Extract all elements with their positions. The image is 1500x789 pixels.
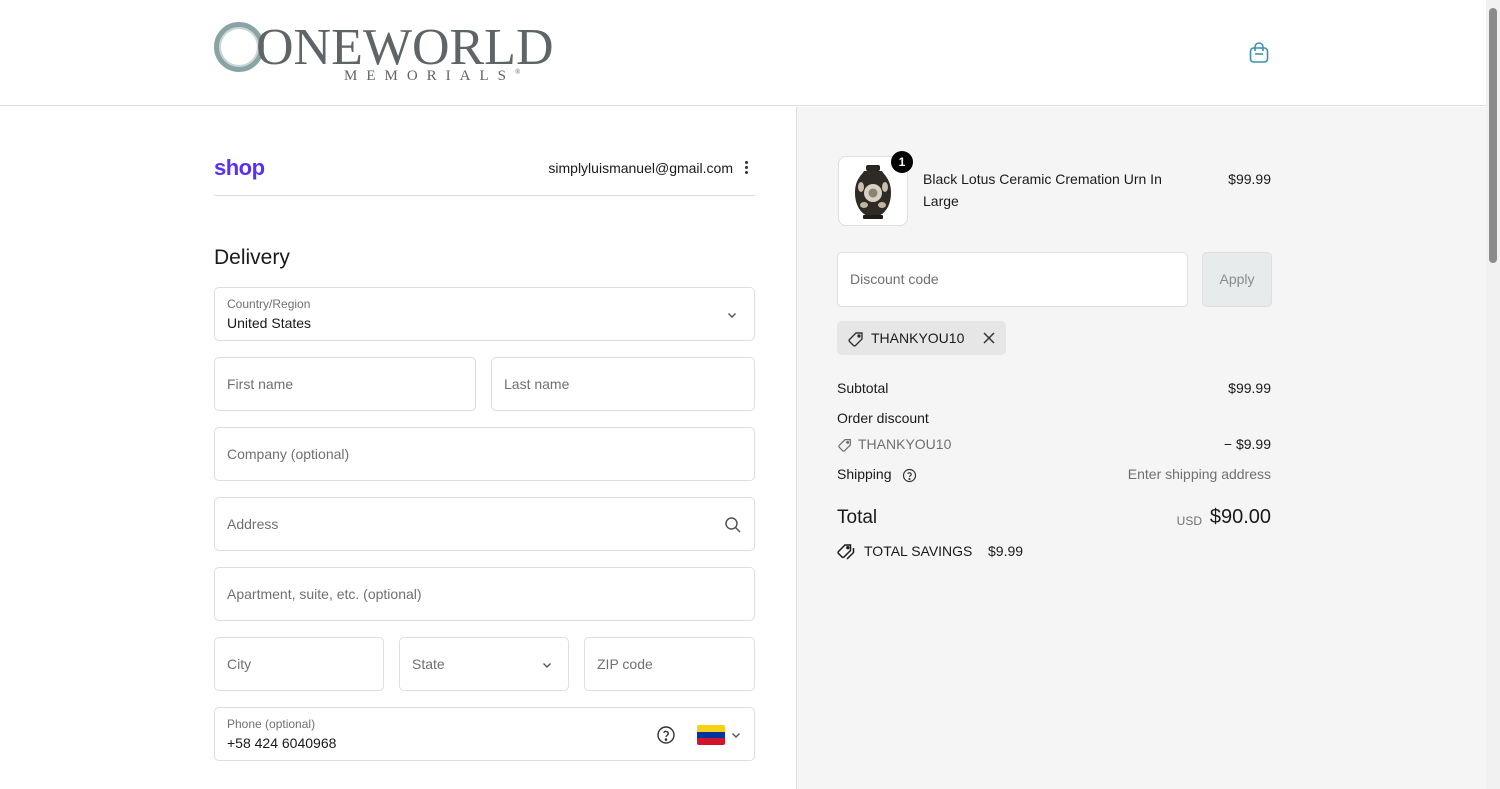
urn-image xyxy=(855,165,891,219)
zip-code-field[interactable]: ZIP code xyxy=(584,637,755,691)
logo-wordmark: ONEWORLD xyxy=(256,19,554,76)
shipping-label: Shipping xyxy=(837,466,892,482)
country-region-select[interactable]: Country/Region United States xyxy=(214,287,755,341)
logo-subtitle-text: MEMORIALS xyxy=(344,68,516,84)
help-circle-icon[interactable] xyxy=(902,468,917,483)
account-email: simplyluismanuel@gmail.com xyxy=(548,160,733,176)
site-header: ONEWORLD MEMORIALS® xyxy=(0,0,1486,106)
shipping-value: Enter shipping address xyxy=(1127,466,1271,482)
chevron-down-icon xyxy=(543,663,551,668)
chevron-down-icon xyxy=(728,313,736,318)
tags-icon xyxy=(837,544,855,560)
remove-discount-close-icon[interactable] xyxy=(981,330,997,346)
order-discount-value: − $9.99 xyxy=(1223,436,1271,452)
subtotal-label: Subtotal xyxy=(837,380,889,396)
phone-value: +58 424 6040968 xyxy=(227,735,337,751)
total-savings-label: TOTAL SAVINGS xyxy=(864,543,973,559)
shopping-bag-icon[interactable] xyxy=(1247,41,1271,65)
quantity-badge: 1 xyxy=(891,151,913,173)
tag-icon xyxy=(848,332,863,347)
phone-label: Phone (optional) xyxy=(227,717,316,731)
shop-pay-logo[interactable]: shop xyxy=(214,155,265,181)
subtotal-value: $99.99 xyxy=(1228,380,1271,396)
applied-discount-code: THANKYOU10 xyxy=(871,330,965,346)
order-discount-label: Order discount xyxy=(837,410,929,426)
registered-mark: ® xyxy=(515,68,521,76)
city-field[interactable]: City xyxy=(214,637,384,691)
shop-pay-account-row: shop simplyluismanuel@gmail.com xyxy=(214,150,755,196)
discount-code-placeholder: Discount code xyxy=(850,271,939,287)
chevron-down-icon[interactable] xyxy=(730,729,742,741)
first-name-field[interactable]: First name xyxy=(214,357,476,411)
last-name-field[interactable]: Last name xyxy=(491,357,755,411)
apartment-field[interactable]: Apartment, suite, etc. (optional) xyxy=(214,567,755,621)
discount-code-input[interactable]: Discount code xyxy=(837,252,1188,307)
company-field[interactable]: Company (optional) xyxy=(214,427,755,481)
apply-discount-button[interactable]: Apply xyxy=(1202,252,1272,307)
company-placeholder: Company (optional) xyxy=(227,446,350,462)
page-scrollbar[interactable] xyxy=(1486,0,1500,789)
phone-field[interactable]: Phone (optional) +58 424 6040968 xyxy=(214,707,755,761)
address-placeholder: Address xyxy=(227,516,279,532)
last-name-placeholder: Last name xyxy=(504,376,570,392)
total-value: $90.00 xyxy=(1209,506,1271,528)
oneworld-memorials-logo[interactable]: ONEWORLD MEMORIALS® xyxy=(214,20,554,86)
state-select[interactable]: State xyxy=(399,637,569,691)
applied-discount-chip: THANKYOU10 xyxy=(837,321,1006,355)
order-discount-code: THANKYOU10 xyxy=(858,436,952,452)
product-price: $99.99 xyxy=(1228,171,1271,187)
apartment-placeholder: Apartment, suite, etc. (optional) xyxy=(227,586,422,602)
venezuela-flag-icon[interactable] xyxy=(697,725,725,745)
logo-subtitle: MEMORIALS® xyxy=(344,68,520,85)
kebab-menu-icon[interactable] xyxy=(741,159,751,179)
address-field[interactable]: Address xyxy=(214,497,755,551)
delivery-heading: Delivery xyxy=(214,246,290,269)
tag-icon xyxy=(838,439,851,452)
country-region-value: United States xyxy=(227,315,312,331)
country-region-label: Country/Region xyxy=(227,297,311,311)
first-name-placeholder: First name xyxy=(227,376,294,392)
scrollbar-thumb[interactable] xyxy=(1489,8,1497,263)
state-placeholder: State xyxy=(412,656,445,672)
total-savings-value: $9.99 xyxy=(988,543,1024,559)
help-circle-icon[interactable] xyxy=(656,725,676,745)
total-label: Total xyxy=(837,507,878,528)
search-icon xyxy=(725,517,741,533)
city-placeholder: City xyxy=(227,656,252,672)
zip-code-placeholder: ZIP code xyxy=(597,656,653,672)
